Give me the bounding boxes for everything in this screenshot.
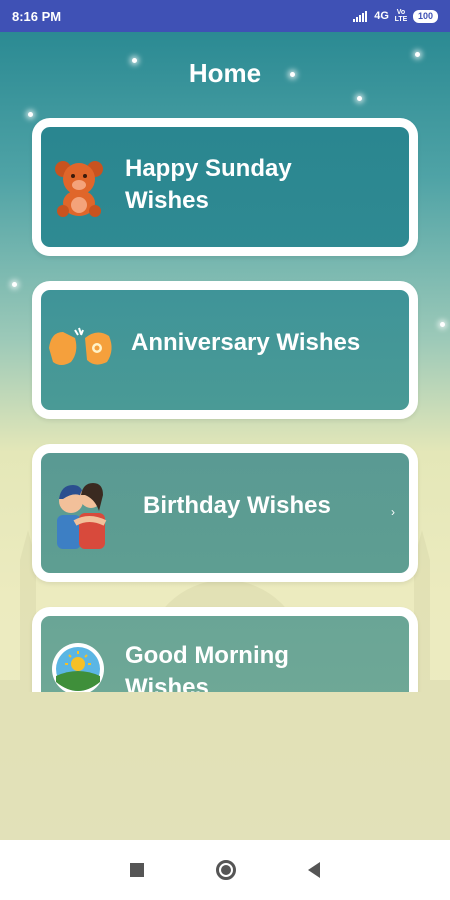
signal-icon: [353, 10, 369, 22]
volte-icon: Vo LTE: [394, 9, 408, 23]
card-label-line2: Wishes: [125, 187, 209, 214]
card-anniversary[interactable]: Anniversary Wishes: [32, 281, 418, 419]
network-label: 4G: [374, 10, 389, 22]
card-label: Anniversary Wishes: [131, 329, 361, 356]
screen: 8:16 PM 4G Vo LTE 100 Home Happy Sunday …: [0, 0, 450, 900]
status-bar: 8:16 PM 4G Vo LTE 100: [0, 0, 450, 32]
volte-line2: LTE: [394, 16, 408, 23]
card-label-line2: Wishes: [125, 674, 209, 692]
wishes-list: Happy Sunday Wishes Anniversary Wishes B…: [0, 115, 450, 692]
back-triangle-icon[interactable]: [308, 862, 320, 878]
teddy-bear-icon: [55, 161, 103, 217]
clapping-hands-icon: [49, 327, 112, 365]
sparkle: [415, 52, 420, 57]
card-happy-sunday[interactable]: Happy Sunday Wishes: [32, 118, 418, 256]
chevron-right-icon: ›: [391, 505, 395, 519]
home-circle-icon[interactable]: [216, 860, 236, 880]
friends-hug-icon: [57, 483, 107, 549]
sparkle: [357, 96, 362, 101]
volte-line1: Vo: [396, 9, 406, 16]
battery-icon: 100: [412, 9, 438, 23]
card-label-line1: Good Morning: [125, 642, 289, 669]
card-label: Good Morning Wishes: [125, 640, 289, 692]
page-title: Home: [188, 58, 262, 88]
battery-level: 100: [417, 10, 433, 21]
status-icons: 4G Vo LTE 100: [353, 9, 438, 23]
card-good-morning[interactable]: Good Morning Wishes: [32, 607, 418, 692]
system-nav-bar: [0, 840, 450, 900]
card-label: Birthday Wishes: [143, 492, 331, 519]
sun-landscape-icon: [52, 643, 104, 692]
card-birthday[interactable]: Birthday Wishes ›: [32, 444, 418, 582]
card-label-line1: Happy Sunday: [125, 155, 292, 182]
card-label: Happy Sunday Wishes: [125, 153, 292, 217]
recents-square-icon[interactable]: [130, 863, 144, 877]
status-time: 8:16 PM: [12, 8, 62, 24]
